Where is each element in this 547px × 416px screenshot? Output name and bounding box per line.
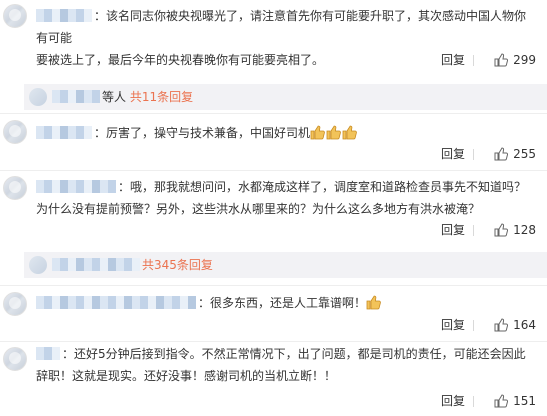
comment-footer: 回复 128 bbox=[0, 220, 547, 240]
avatar[interactable] bbox=[3, 4, 27, 28]
like-button[interactable]: 151 bbox=[494, 391, 536, 411]
reply-button[interactable]: 回复 bbox=[441, 144, 465, 164]
comment-footer: 回复 255 bbox=[0, 144, 547, 164]
comment-text: 为什么没有提前预警？另外，这些洪水从哪里来的？为什么这么多地方有洪水被淹？ bbox=[36, 202, 481, 216]
comment-2: ：厉害了，操守与技术兼备，中国好司机 回复 255 bbox=[0, 116, 547, 170]
divider bbox=[473, 55, 474, 66]
comment-3: ：哦，那我就想问问，水都淹成这样了，调度室和道路检查员事先不知道吗？ 为什么没有… bbox=[0, 172, 547, 248]
comment-text: 辞职！这就是现实。还好没事！感谢司机的当机立断！！ bbox=[36, 369, 337, 383]
avatar[interactable] bbox=[3, 120, 27, 144]
avatar[interactable] bbox=[3, 292, 27, 316]
like-count: 164 bbox=[513, 318, 536, 332]
view-replies-link[interactable]: 共11条回复 bbox=[130, 90, 193, 104]
comment-text: ：哦，那我就想问问，水都淹成这样了，调度室和道路检查员事先不知道吗？ bbox=[118, 180, 527, 194]
divider bbox=[0, 285, 547, 286]
like-button[interactable]: 164 bbox=[494, 315, 536, 335]
sub-reply-bar[interactable]: 共345条回复 bbox=[24, 252, 547, 278]
avatar[interactable] bbox=[3, 176, 27, 200]
like-count: 299 bbox=[513, 53, 536, 67]
sub-reply-summary: 共345条回复 bbox=[52, 252, 213, 278]
avatar[interactable] bbox=[3, 347, 27, 371]
divider bbox=[0, 113, 547, 114]
username-redacted bbox=[52, 86, 100, 103]
reply-button[interactable]: 回复 bbox=[441, 220, 465, 240]
divider bbox=[473, 149, 474, 160]
username-redacted[interactable] bbox=[36, 178, 116, 193]
thumbs-up-icon bbox=[494, 223, 509, 237]
divider bbox=[473, 320, 474, 331]
divider bbox=[473, 225, 474, 236]
like-count: 151 bbox=[513, 394, 536, 408]
like-button[interactable]: 255 bbox=[494, 144, 536, 164]
comment-text: ：还好5分钟后接到指令。不然正常情况下，出了问题，都是司机的责任，可能还会因此 bbox=[62, 347, 526, 361]
thumbs-up-icon bbox=[494, 147, 509, 161]
view-replies-link[interactable]: 共345条回复 bbox=[142, 258, 213, 272]
sub-reply-bar[interactable]: 等人 共11条回复 bbox=[24, 84, 547, 110]
thumbs-up-icon bbox=[494, 53, 509, 67]
avatar bbox=[29, 88, 47, 106]
comment-footer: 回复 299 bbox=[0, 50, 547, 70]
username-redacted[interactable] bbox=[36, 294, 196, 309]
like-button[interactable]: 299 bbox=[494, 50, 536, 70]
comment-text: ：该名同志你被央视曝光了，请注意首先你有可能要升职了，其次感动中国人物你有可能 bbox=[36, 9, 527, 45]
divider bbox=[0, 170, 547, 171]
like-count: 255 bbox=[513, 147, 536, 161]
reply-button[interactable]: 回复 bbox=[441, 391, 465, 411]
username-redacted bbox=[52, 254, 140, 271]
comment-body: ：还好5分钟后接到指令。不然正常情况下，出了问题，都是司机的责任，可能还会因此 … bbox=[36, 343, 531, 387]
comment-text: ：很多东西，还是人工靠谱啊！ bbox=[198, 296, 367, 310]
reply-button[interactable]: 回复 bbox=[441, 50, 465, 70]
comment-4: ：很多东西，还是人工靠谱啊！ 回复 164 bbox=[0, 288, 547, 340]
divider bbox=[473, 396, 474, 407]
like-count: 128 bbox=[513, 223, 536, 237]
thumbs-up-icon bbox=[366, 295, 382, 317]
username-redacted[interactable] bbox=[36, 7, 92, 22]
comment-5: ：还好5分钟后接到指令。不然正常情况下，出了问题，都是司机的责任，可能还会因此 … bbox=[0, 343, 547, 416]
comment-footer: 回复 151 bbox=[0, 391, 547, 411]
comment-body: ：哦，那我就想问问，水都淹成这样了，调度室和道路检查员事先不知道吗？ 为什么没有… bbox=[36, 176, 531, 220]
sub-reply-prefix: 等人 bbox=[102, 90, 127, 104]
username-redacted[interactable] bbox=[36, 345, 60, 360]
username-redacted[interactable] bbox=[36, 124, 92, 139]
comment-text: ：厉害了，操守与技术兼备，中国好司机 bbox=[94, 126, 311, 140]
thumbs-up-icon bbox=[494, 318, 509, 332]
sub-reply-summary: 等人 共11条回复 bbox=[52, 84, 193, 110]
comment-body: ：很多东西，还是人工靠谱啊！ bbox=[36, 292, 531, 317]
thumbs-up-icon bbox=[494, 394, 509, 408]
avatar bbox=[29, 256, 47, 274]
reply-button[interactable]: 回复 bbox=[441, 315, 465, 335]
divider bbox=[0, 341, 547, 342]
like-button[interactable]: 128 bbox=[494, 220, 536, 240]
comment-footer: 回复 164 bbox=[0, 315, 547, 335]
comment-1: ：该名同志你被央视曝光了，请注意首先你有可能要升职了，其次感动中国人物你有可能 … bbox=[0, 0, 547, 80]
